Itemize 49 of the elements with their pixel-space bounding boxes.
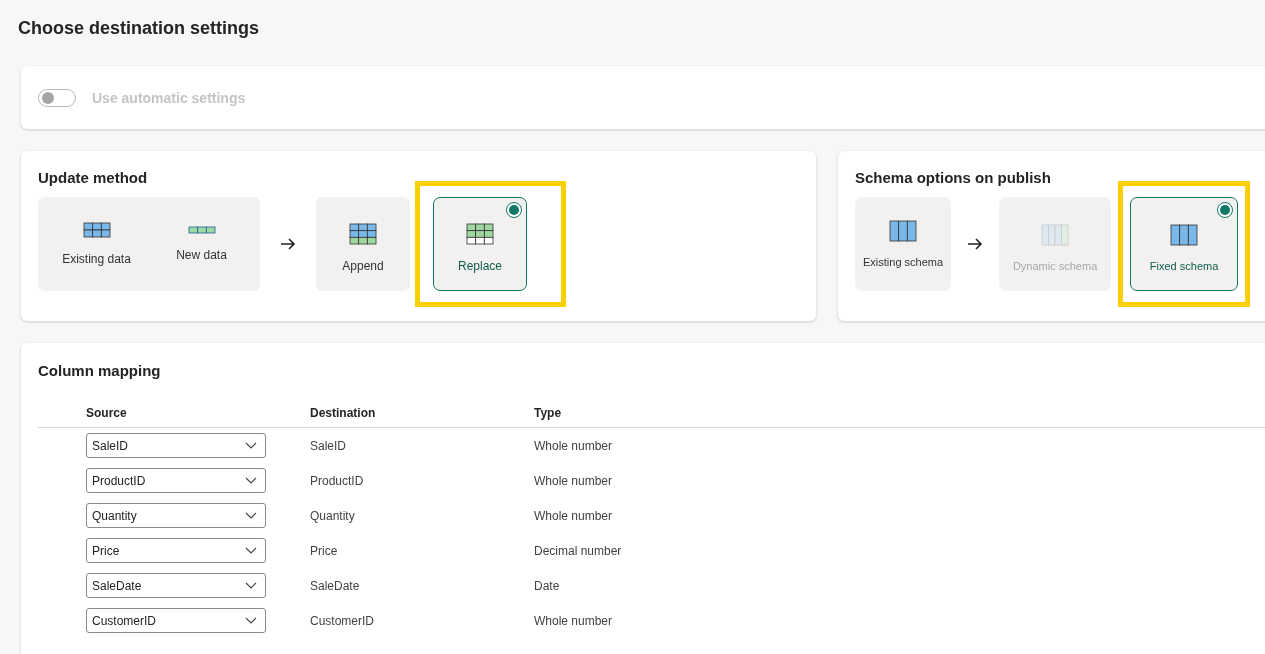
table-cell-text: Whole number <box>534 613 614 628</box>
table-icon <box>82 222 111 238</box>
radio-icon <box>1217 202 1234 218</box>
table-icon <box>1041 224 1070 246</box>
toggle-label: Use automatic settings <box>92 89 246 106</box>
source-label: Existing data <box>62 252 131 266</box>
dropdown[interactable]: Price <box>86 538 266 563</box>
radio-icon <box>506 202 522 218</box>
column-header: Source <box>86 406 128 420</box>
table-icon <box>889 220 918 242</box>
section-title: Update method <box>38 169 149 186</box>
table-cell-text: CustomerID <box>310 613 375 628</box>
section-title: Schema options on publish <box>855 169 1052 186</box>
page-title: Choose destination settings <box>17 17 261 40</box>
dropdown[interactable]: Quantity <box>86 503 266 528</box>
table-cell-text: Price <box>310 543 339 558</box>
arrow-icon <box>280 238 296 250</box>
table-cell-text: Whole number <box>534 508 614 523</box>
column-header: Type <box>534 406 563 420</box>
table-cell-text: SaleID <box>310 438 348 453</box>
source-label: Existing schema <box>863 256 944 268</box>
table-icon <box>187 226 216 234</box>
chevron-down-icon <box>245 546 257 555</box>
table-icon <box>466 223 494 245</box>
section-title: Column mapping <box>38 362 162 379</box>
option-card[interactable]: Fixed schema <box>1130 197 1239 291</box>
table-cell-text: ProductID <box>310 473 365 488</box>
chevron-down-icon <box>245 476 257 485</box>
dropdown[interactable]: CustomerID <box>86 608 266 633</box>
column-header: Destination <box>310 406 377 420</box>
option-card[interactable]: Replace <box>433 197 527 291</box>
table-cell-text: Decimal number <box>534 543 623 558</box>
table-cell-text: Date <box>534 578 561 593</box>
arrow-icon <box>967 238 984 250</box>
table-cell-text: SaleDate <box>310 578 361 593</box>
dropdown[interactable]: SaleDate <box>86 573 266 598</box>
dropdown[interactable]: ProductID <box>86 468 266 493</box>
chevron-down-icon <box>245 441 257 450</box>
table-icon <box>349 223 377 245</box>
table-cell-text: Whole number <box>534 473 614 488</box>
option-card[interactable]: Append <box>316 197 410 291</box>
table-cell-text: Whole number <box>534 438 614 453</box>
table-cell-text: Quantity <box>310 508 356 523</box>
table-icon <box>1170 224 1199 246</box>
dropdown[interactable]: SaleID <box>86 433 266 458</box>
chevron-down-icon <box>245 581 257 590</box>
chevron-down-icon <box>245 616 257 625</box>
source-label: New data <box>176 248 227 262</box>
chevron-down-icon <box>245 511 257 520</box>
